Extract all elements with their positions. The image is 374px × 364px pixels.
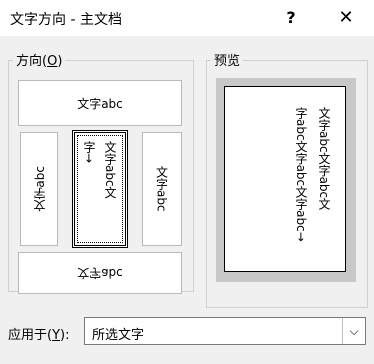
direction-group-label: 方向(O) (13, 50, 66, 69)
preview-page: 文字abc文字abc文 字abc文字abc文字abc→ (224, 86, 346, 272)
option-horizontal-flipped-text: 文字abc (77, 265, 123, 280)
option-vertical-up[interactable]: 文字abc (20, 132, 58, 246)
preview-area: 文字abc文字abc文 字abc文字abc文字abc→ (216, 78, 356, 282)
option-vertical-stacked-col1: 文字abc文 (103, 141, 117, 199)
chevron-down-icon[interactable]: ⌵ (342, 318, 365, 344)
apply-to-label-end: ): (60, 328, 70, 343)
title-bar: 文字方向 - 主文档 ? ✕ (0, 0, 374, 36)
apply-to-dropdown[interactable]: 所选文字 ⌵ (84, 317, 366, 345)
option-vertical-up-text: 文字abc (32, 166, 47, 212)
window-title: 文字方向 - 主文档 (10, 12, 122, 28)
option-vertical-stacked[interactable]: 文字abc文 字→ (72, 130, 128, 248)
apply-to-accel-key: Y (52, 328, 61, 343)
apply-to-label: 应用于(Y): (8, 324, 69, 343)
option-vertical-down-text: 文字abc (154, 166, 169, 212)
preview-text-col1: 文字abc文字abc文 (317, 107, 331, 211)
apply-to-label-text: 应用于( (8, 328, 53, 343)
apply-to-value: 所选文字 (92, 328, 145, 343)
close-button[interactable]: ✕ (334, 6, 358, 30)
help-button[interactable]: ? (280, 6, 302, 30)
option-vertical-stacked-col2: 字→ (82, 141, 96, 164)
preview-text-col2: 字abc文字abc文字abc→ (294, 107, 308, 242)
preview-columns: 文字abc文字abc文 字abc文字abc文字abc→ (293, 107, 333, 242)
direction-label-text: 方向( (16, 54, 48, 69)
option-horizontal-text: 文字abc (77, 96, 123, 111)
option-vertical-stacked-columns: 文字abc文 字→ (81, 133, 119, 245)
direction-label-end: ) (57, 54, 63, 69)
option-horizontal[interactable]: 文字abc (18, 80, 182, 126)
option-horizontal-flipped[interactable]: 文字abc (18, 252, 182, 294)
direction-accel-key: O (47, 54, 58, 69)
option-vertical-down[interactable]: 文字abc (142, 132, 182, 246)
preview-group-label: 预览 (211, 50, 244, 69)
